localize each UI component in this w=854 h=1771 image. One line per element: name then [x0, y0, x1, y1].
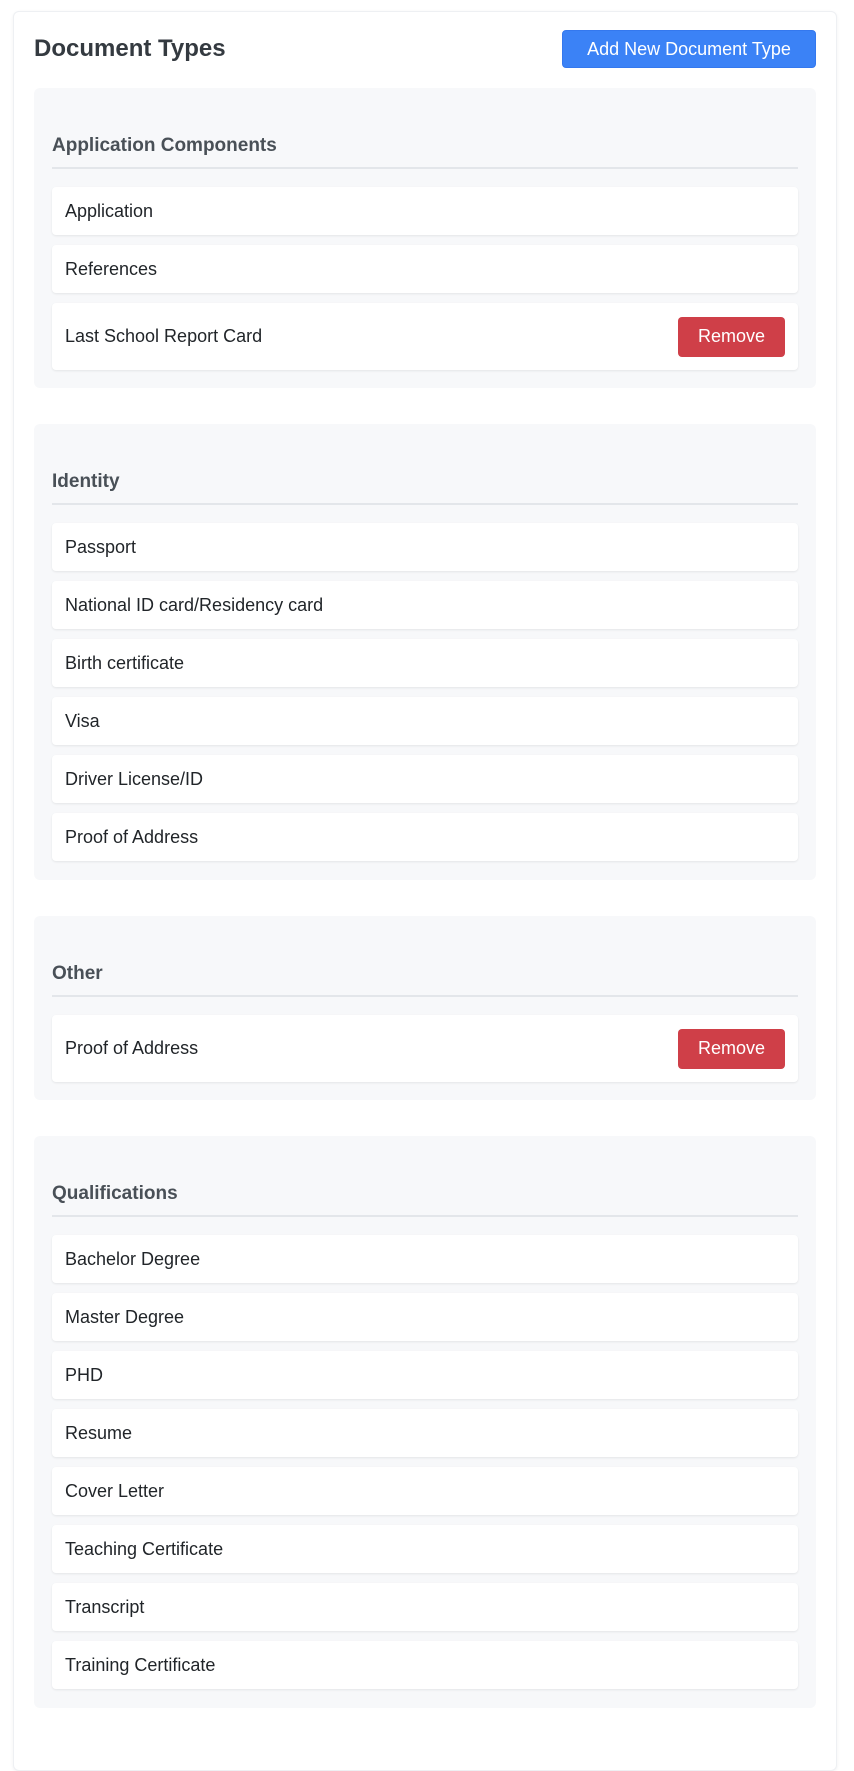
list-item: Proof of Address Remove — [52, 1015, 798, 1082]
section-title: Identity — [52, 469, 798, 505]
remove-button[interactable]: Remove — [678, 1028, 785, 1069]
list-item: Bachelor Degree — [52, 1235, 798, 1283]
list-item: Teaching Certificate — [52, 1525, 798, 1573]
section-title: Other — [52, 961, 798, 997]
list-item: References — [52, 245, 798, 293]
document-type-label: Application — [65, 200, 154, 221]
document-type-label: Transcript — [65, 1596, 145, 1617]
section-identity: Identity Passport National ID card/Resid… — [34, 424, 816, 880]
document-type-label: Last School Report Card — [65, 326, 263, 346]
document-type-label: Birth certificate — [65, 652, 185, 673]
document-type-label: References — [65, 258, 158, 279]
list-item: Transcript — [52, 1583, 798, 1631]
list-item: Application — [52, 187, 798, 235]
list-item: PHD — [52, 1351, 798, 1399]
document-type-label: Proof of Address — [65, 826, 199, 847]
list-item: Last School Report Card Remove — [52, 303, 798, 370]
list-item: National ID card/Residency card — [52, 581, 798, 629]
document-type-label: Resume — [65, 1422, 133, 1443]
list-item: Master Degree — [52, 1293, 798, 1341]
document-type-label: Training Certificate — [65, 1654, 216, 1675]
document-type-label: PHD — [65, 1364, 104, 1385]
page-title: Document Types — [34, 35, 226, 62]
list-item: Passport — [52, 523, 798, 571]
document-type-label: Cover Letter — [65, 1480, 165, 1501]
list-item: Training Certificate — [52, 1641, 798, 1689]
document-type-label: Passport — [65, 536, 137, 557]
document-type-label: Teaching Certificate — [65, 1538, 224, 1559]
add-new-document-type-button[interactable]: Add New Document Type — [562, 30, 816, 68]
document-type-label: National ID card/Residency card — [65, 594, 324, 615]
document-type-label: Visa — [65, 710, 100, 731]
section-title: Application Components — [52, 133, 798, 169]
list-item: Driver License/ID — [52, 755, 798, 803]
document-type-label: Driver License/ID — [65, 768, 204, 789]
list-item: Birth certificate — [52, 639, 798, 687]
section-title: Qualifications — [52, 1181, 798, 1217]
document-type-label: Proof of Address — [65, 1038, 199, 1058]
remove-button[interactable]: Remove — [678, 316, 785, 357]
section-other: Other Proof of Address Remove — [34, 916, 816, 1100]
list-item: Resume — [52, 1409, 798, 1457]
list-item: Cover Letter — [52, 1467, 798, 1515]
list-item: Proof of Address — [52, 813, 798, 861]
section-application-components: Application Components Application Refer… — [34, 88, 816, 388]
section-qualifications: Qualifications Bachelor Degree Master De… — [34, 1136, 816, 1708]
document-type-label: Master Degree — [65, 1306, 185, 1327]
document-type-label: Bachelor Degree — [65, 1248, 201, 1269]
list-item: Visa — [52, 697, 798, 745]
